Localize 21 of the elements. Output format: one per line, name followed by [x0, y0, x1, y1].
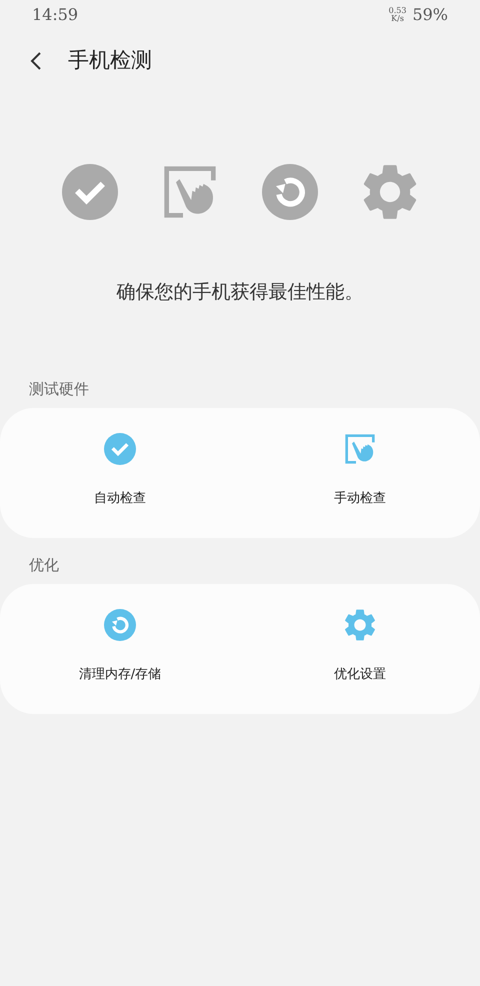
- tagline: 确保您的手机获得最佳性能。: [116, 280, 364, 305]
- refresh-circle-icon: [104, 609, 136, 641]
- check-circle-icon: [62, 164, 118, 220]
- status-time: 14:59: [32, 4, 78, 26]
- settings-icon: [344, 609, 376, 641]
- option-button[interactable]: 优化设置: [240, 584, 480, 714]
- refresh-circle-icon: [262, 164, 318, 220]
- battery-level: 59%: [412, 4, 448, 26]
- section-title: 优化: [28, 554, 60, 576]
- hand-tap-icon: [344, 433, 376, 465]
- section-title: 测试硬件: [28, 378, 90, 400]
- settings-icon: [362, 164, 418, 220]
- option-button[interactable]: 手动检查: [240, 408, 480, 538]
- option-button[interactable]: 清理内存/存储: [0, 584, 240, 714]
- check-circle-icon: [104, 433, 136, 465]
- hand-tap-icon: [162, 164, 218, 220]
- back-icon: [30, 51, 42, 71]
- page-title: 手机检测: [68, 47, 152, 74]
- net-speed-unit: K/s: [391, 15, 404, 23]
- net-speed-value: 0.53: [388, 7, 406, 15]
- option-button[interactable]: 自动检查: [0, 408, 240, 538]
